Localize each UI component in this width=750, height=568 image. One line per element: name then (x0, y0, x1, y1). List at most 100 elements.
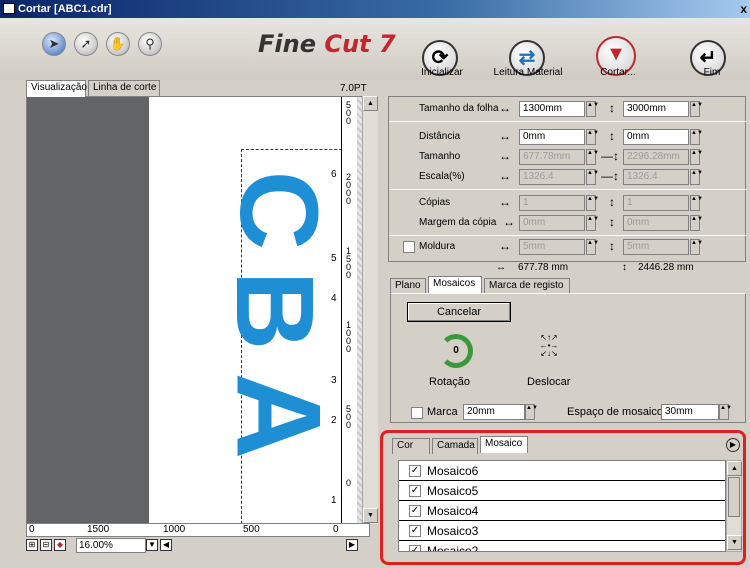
distance-x-spinner[interactable]: ▲▼ (586, 129, 599, 145)
hruler-label: 1000 (163, 524, 186, 535)
mosaic-space-input[interactable]: 30mm (661, 404, 719, 420)
hand-icon[interactable]: ✋ (106, 32, 130, 56)
scroll-down-icon[interactable]: ▼ (363, 508, 378, 523)
color-icon[interactable]: ◆ (54, 539, 66, 551)
frame-checkbox[interactable] (403, 241, 415, 253)
tab-mosaics[interactable]: Mosaicos (428, 276, 482, 293)
rotation-label: Rotação (429, 376, 470, 388)
media-area (27, 97, 149, 523)
distance-x-input[interactable]: 0mm (519, 129, 585, 145)
height-arrow-icon: ↕ (609, 239, 615, 253)
tab-layer[interactable]: Camada (432, 438, 478, 454)
sheet-height-input[interactable]: 3000mm (623, 101, 689, 117)
frame-x-input: 5mm (519, 239, 585, 255)
pointer-icon[interactable]: ➚ (74, 32, 98, 56)
move-arrows-icon[interactable]: ↖↑↗ ←•→ ↙↓↘ (537, 334, 561, 360)
list-item[interactable]: ✓ Mosaico6 (399, 461, 725, 481)
zoom-icon[interactable]: ⚲ (138, 32, 162, 56)
row-distance: Distância ↔ 0mm ▲▼ ↕ 0mm ▲▼ (389, 127, 747, 147)
scroll-left-icon[interactable]: ◀ (160, 539, 172, 551)
list-item[interactable]: ✓ Mosaico2 (399, 541, 725, 551)
rotation-icon[interactable]: 0 (439, 334, 473, 368)
check-icon[interactable]: ✓ (409, 485, 421, 497)
frame-y-input: 5mm (623, 239, 689, 255)
check-icon[interactable]: ✓ (409, 545, 421, 551)
ruler-label: 500 (346, 404, 352, 430)
initialize-label: Inicializar (421, 67, 463, 78)
tab-plan[interactable]: Plano (390, 278, 426, 294)
panel-menu-icon[interactable]: ▶ (726, 438, 740, 452)
mosaic-space-spinner[interactable]: ▲▼ (719, 404, 732, 420)
select-arrow-icon[interactable]: ➤ (42, 32, 66, 56)
tab-preview[interactable]: Visualização (26, 80, 87, 97)
distance-y-spinner[interactable]: ▲▼ (690, 129, 703, 145)
zoom-select[interactable]: 16.00% (76, 538, 146, 553)
title-bar[interactable]: Cortar [ABC1.cdr] x (0, 0, 750, 18)
page-number: 4 (331, 293, 337, 304)
mark-spinner[interactable]: ▲▼ (525, 404, 538, 420)
size-label: Tamanho (419, 151, 461, 162)
sheet-width-spinner[interactable]: ▲▼ (586, 101, 599, 117)
list-item[interactable]: ✓ Mosaico5 (399, 481, 725, 501)
cancel-button[interactable]: Cancelar (407, 302, 511, 322)
sheet-height-spinner[interactable]: ▲▼ (690, 101, 703, 117)
check-icon[interactable]: ✓ (409, 525, 421, 537)
width-arrow-icon: ↔ (496, 262, 506, 273)
scale-x-spinner: ▲▼ (586, 169, 599, 185)
close-button[interactable]: x (740, 0, 747, 18)
split-icon[interactable]: ⊟ (40, 539, 52, 551)
page-number: 2 (331, 415, 337, 426)
margin-x-spinner: ▲▼ (586, 215, 599, 231)
scroll-right-icon[interactable]: ▶ (346, 539, 358, 551)
zoom-dropdown-icon[interactable]: ▼ (146, 539, 158, 551)
height-arrow-icon: ↕ (609, 215, 615, 229)
preview-canvas[interactable]: C B A 500 2000 1500 1000 500 0 6 5 4 3 2… (26, 96, 378, 524)
scroll-down-icon[interactable]: ▼ (727, 535, 742, 550)
mosaic-list: ✓ Mosaico6 ✓ Mosaico5 ✓ Mosaico4 ✓ Mosaico3 … (398, 460, 726, 552)
distance-y-input[interactable]: 0mm (623, 129, 689, 145)
tab-cut-line[interactable]: Linha de corte (88, 80, 160, 96)
list-item-label: Mosaico3 (427, 524, 479, 538)
size-width-spinner: ▲▼ (586, 149, 599, 165)
hruler-label: 0 (29, 524, 35, 535)
scroll-up-icon[interactable]: ▲ (727, 461, 742, 476)
mark-checkbox[interactable] (411, 407, 423, 419)
vertical-scrollbar[interactable]: ▲ ▼ (362, 96, 378, 524)
check-icon[interactable]: ✓ (409, 465, 421, 477)
ruler-label: 500 (346, 100, 352, 126)
horizontal-ruler: 0 1500 1000 500 0 (26, 523, 370, 537)
list-item[interactable]: ✓ Mosaico3 (399, 521, 725, 541)
scale-y-input: 1326.4 (623, 169, 689, 185)
sheet-width-input[interactable]: 1300mm (519, 101, 585, 117)
width-arrow-icon: ↔ (499, 195, 511, 209)
move-label: Deslocar (527, 376, 571, 388)
copies-y-input: 1 (623, 195, 689, 211)
ruler-label: 2000 (346, 172, 352, 206)
mark-input[interactable]: 20mm (463, 404, 525, 420)
tab-mosaic[interactable]: Mosaico (480, 436, 528, 453)
distance-label: Distância (419, 131, 461, 142)
row-copy-margin: Margem da cópia ↔ 0mm ▲▼ ↕ 0mm ▲▼ (389, 213, 747, 233)
copies-y-spinner: ▲▼ (690, 195, 703, 211)
glyph-b: B (213, 270, 337, 351)
tab-color[interactable]: Cor (392, 438, 430, 454)
tab-registration-mark[interactable]: Marca de registo (484, 278, 570, 294)
list-scrollbar[interactable]: ▲ ▼ (726, 460, 742, 552)
row-size: Tamanho ↔ 677.78mm ▲▼ —↕ 2296.28mm ▲▼ (389, 147, 747, 167)
check-icon[interactable]: ✓ (409, 505, 421, 517)
mosaic-panel: Cancelar 0 Rotação ↖↑↗ ←•→ ↙↓↘ Deslocar Ma… (390, 293, 746, 423)
link-icon: —↕ (601, 149, 619, 163)
grid-icon[interactable]: ⊞ (26, 539, 38, 551)
scroll-thumb[interactable] (728, 477, 740, 517)
total-size-row: ↔ 677.78 mm ↕ 2446.28 mm (388, 262, 746, 276)
scale-x-input: 1326.4 (519, 169, 585, 185)
divider (389, 235, 747, 236)
ruler-label: 0 (346, 478, 352, 488)
list-item[interactable]: ✓ Mosaico4 (399, 501, 725, 521)
page-number: 1 (331, 495, 337, 506)
page-number: 5 (331, 253, 337, 264)
layer-panel: Cor Camada Mosaico ▶ ✓ Mosaico6 ✓ Mosaico5… (390, 430, 746, 560)
total-width: 677.78 mm (518, 262, 569, 273)
copies-label: Cópias (419, 197, 451, 208)
scroll-up-icon[interactable]: ▲ (363, 96, 378, 111)
